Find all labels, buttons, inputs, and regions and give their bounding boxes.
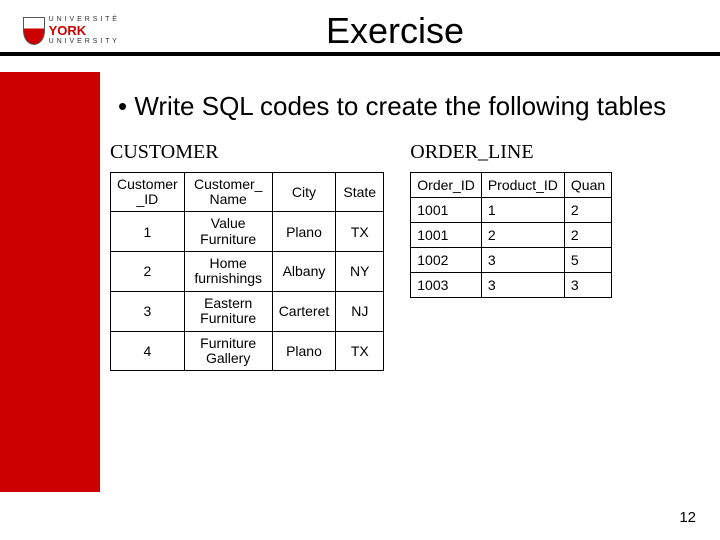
table-row: 1003 3 3 [411, 272, 612, 297]
cell: Carteret [272, 291, 336, 331]
cell: 2 [564, 222, 611, 247]
table-row: 3 EasternFurniture Carteret NJ [111, 291, 384, 331]
cell: 4 [111, 331, 185, 371]
table-row: 1001 1 2 [411, 197, 612, 222]
cell: TX [336, 331, 384, 371]
slide-title: Exercise [130, 10, 720, 52]
cell: EasternFurniture [184, 291, 272, 331]
cell: 1 [481, 197, 564, 222]
table-row: 1 ValueFurniture Plano TX [111, 212, 384, 252]
customer-block: CUSTOMER Customer_ID Customer_Name City … [110, 141, 384, 372]
col-order-id: Order_ID [411, 172, 482, 197]
york-logo: U N I V E R S I T É YORK U N I V E R S I… [0, 16, 130, 46]
table-row: 1001 2 2 [411, 222, 612, 247]
customer-label: CUSTOMER [110, 141, 384, 164]
cell: 3 [481, 247, 564, 272]
logo-line3: U N I V E R S I T Y [49, 38, 118, 46]
cell: Plano [272, 331, 336, 371]
cell: 3 [564, 272, 611, 297]
customer-table: Customer_ID Customer_Name City State 1 V… [110, 172, 384, 372]
orderline-block: ORDER_LINE Order_ID Product_ID Quan 1001… [410, 141, 612, 298]
col-customer-name: Customer_Name [184, 172, 272, 212]
cell: 2 [564, 197, 611, 222]
page-number: 12 [679, 509, 696, 526]
cell: 1003 [411, 272, 482, 297]
cell: ValueFurniture [184, 212, 272, 252]
cell: TX [336, 212, 384, 252]
red-stripe [0, 72, 100, 492]
table-row: 1002 3 5 [411, 247, 612, 272]
orderline-label: ORDER_LINE [410, 141, 612, 164]
table-row: 4 FurnitureGallery Plano TX [111, 331, 384, 371]
cell: 1002 [411, 247, 482, 272]
cell: NJ [336, 291, 384, 331]
cell: FurnitureGallery [184, 331, 272, 371]
cell: Homefurnishings [184, 252, 272, 292]
cell: 3 [481, 272, 564, 297]
logo-brand: YORK [49, 24, 118, 38]
orderline-table: Order_ID Product_ID Quan 1001 1 2 1001 [410, 172, 612, 298]
table-header-row: Customer_ID Customer_Name City State [111, 172, 384, 212]
cell: 1001 [411, 197, 482, 222]
col-city: City [272, 172, 336, 212]
table-header-row: Order_ID Product_ID Quan [411, 172, 612, 197]
bullet-text: Write SQL codes to create the following … [110, 90, 700, 123]
cell: 3 [111, 291, 185, 331]
cell: 1 [111, 212, 185, 252]
shield-icon [23, 17, 45, 45]
cell: Albany [272, 252, 336, 292]
cell: NY [336, 252, 384, 292]
col-state: State [336, 172, 384, 212]
col-customer-id: Customer_ID [111, 172, 185, 212]
cell: 2 [481, 222, 564, 247]
cell: 2 [111, 252, 185, 292]
col-quan: Quan [564, 172, 611, 197]
cell: 5 [564, 247, 611, 272]
cell: 1001 [411, 222, 482, 247]
col-product-id: Product_ID [481, 172, 564, 197]
table-row: 2 Homefurnishings Albany NY [111, 252, 384, 292]
cell: Plano [272, 212, 336, 252]
